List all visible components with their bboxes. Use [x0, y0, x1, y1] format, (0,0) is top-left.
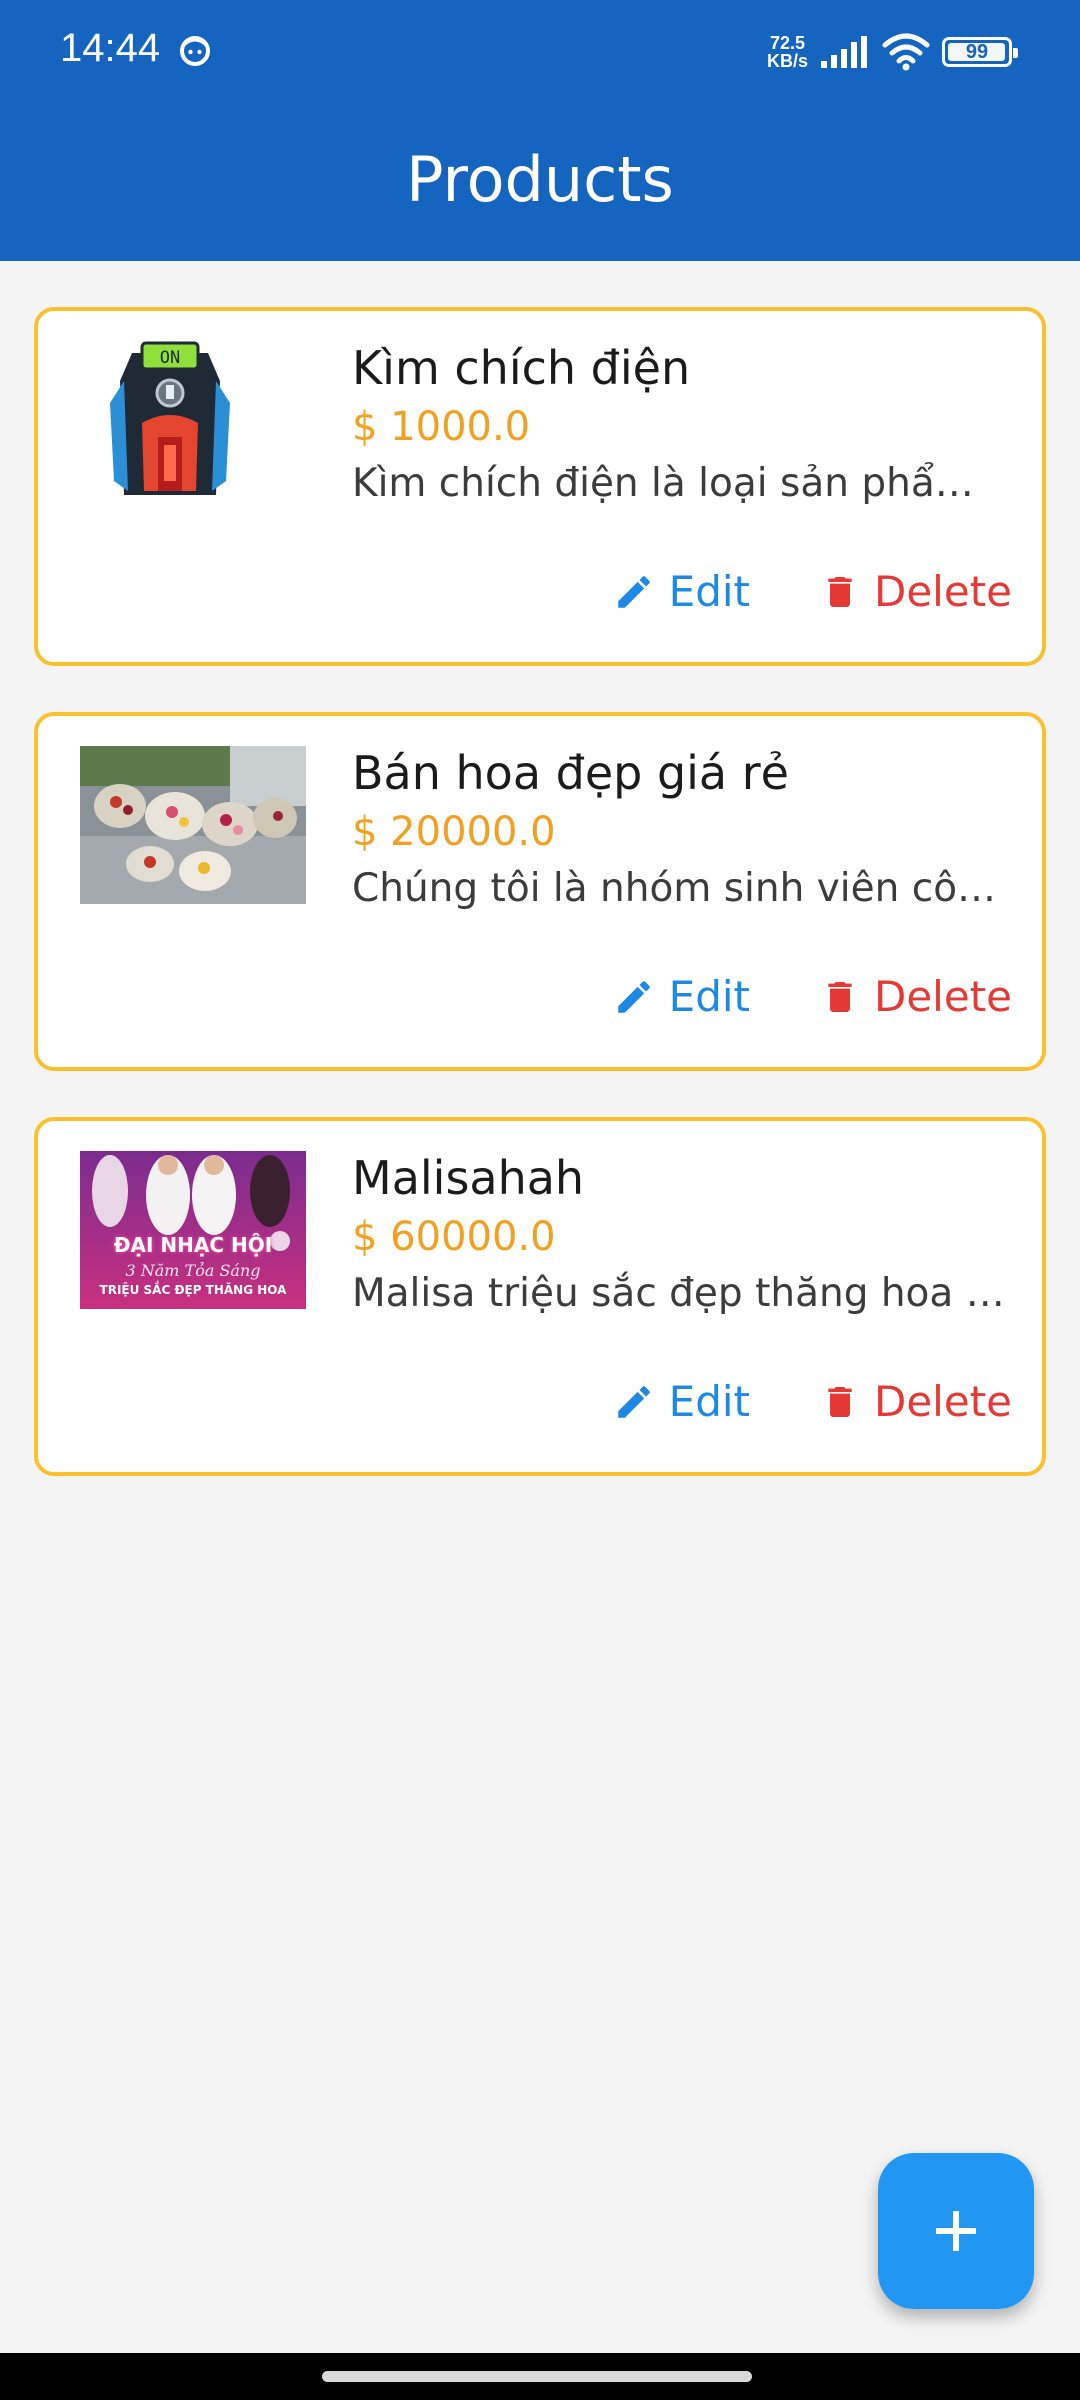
- edit-button[interactable]: Edit: [613, 972, 750, 1021]
- edit-label: Edit: [668, 567, 750, 616]
- edit-button[interactable]: Edit: [613, 1377, 750, 1426]
- status-icons: 72.5 KB/s 99: [767, 30, 1018, 74]
- product-image-stun-device: ON: [80, 341, 306, 499]
- product-card[interactable]: ĐẠI NHẠC HỘI 3 Năm Tỏa Sáng TRIỆU SẮC ĐẸ…: [34, 1117, 1046, 1476]
- edit-button[interactable]: Edit: [613, 567, 750, 616]
- product-price: $ 20000.0: [352, 809, 556, 855]
- product-card[interactable]: Bán hoa đẹp giá rẻ $ 20000.0 Chúng tôi l…: [34, 712, 1046, 1071]
- home-gesture-handle[interactable]: [322, 2371, 752, 2382]
- product-description: Malisa triệu sắc đẹp thăng hoa …: [352, 1271, 1005, 1316]
- product-name: Malisahah: [352, 1151, 585, 1205]
- product-price: $ 1000.0: [352, 404, 531, 450]
- battery-icon: 99: [942, 37, 1018, 67]
- product-card[interactable]: ON Kìm chích điện $ 1000.0 Kìm chích điệ…: [34, 307, 1046, 666]
- product-name: Bán hoa đẹp giá rẻ: [352, 746, 789, 800]
- delete-button[interactable]: Delete: [820, 972, 1012, 1021]
- status-time: 14:44: [60, 26, 161, 70]
- pencil-icon: [617, 1385, 650, 1418]
- trash-icon: [828, 981, 852, 1012]
- pencil-icon: [617, 575, 650, 608]
- pencil-icon: [617, 980, 650, 1013]
- product-description: Kìm chích điện là loại sản phẩ…: [352, 461, 974, 506]
- status-bar: 14:44 72.5 KB/s 99: [0, 0, 1080, 104]
- delete-label: Delete: [874, 567, 1012, 616]
- product-list: ON Kìm chích điện $ 1000.0 Kìm chích điệ…: [34, 307, 1046, 1522]
- add-product-button[interactable]: [878, 2153, 1034, 2309]
- product-name: Kìm chích điện: [352, 341, 691, 395]
- product-image-flower-bouquets: [80, 746, 306, 904]
- poster-headline: ĐẠI NHẠC HỘI: [113, 1233, 273, 1257]
- product-actions: Edit Delete: [613, 1377, 1012, 1426]
- delete-button[interactable]: Delete: [820, 1377, 1012, 1426]
- network-speed-unit: KB/s: [766, 51, 808, 71]
- trash-icon: [828, 576, 852, 607]
- wifi-icon: [882, 33, 930, 71]
- signal-icon: [821, 36, 867, 68]
- delete-label: Delete: [874, 1377, 1012, 1426]
- delete-label: Delete: [874, 972, 1012, 1021]
- edit-label: Edit: [668, 972, 750, 1021]
- trash-icon: [828, 1386, 852, 1417]
- product-actions: Edit Delete: [613, 972, 1012, 1021]
- product-price: $ 60000.0: [352, 1214, 556, 1260]
- app-bar: 14:44 72.5 KB/s 99 Products: [0, 0, 1080, 261]
- poster-tagline: TRIỆU SẮC ĐẸP THĂNG HOA: [99, 1283, 287, 1297]
- battery-percent: 99: [965, 40, 989, 63]
- page-title: Products: [406, 143, 674, 216]
- product-image-music-event-poster: ĐẠI NHẠC HỘI 3 Năm Tỏa Sáng TRIỆU SẮC ĐẸ…: [80, 1151, 306, 1309]
- svg-text:ON: ON: [160, 348, 180, 368]
- notification-face-icon: [180, 36, 210, 66]
- product-description: Chúng tôi là nhóm sinh viên cô…: [352, 866, 997, 911]
- product-actions: Edit Delete: [613, 567, 1012, 616]
- poster-subtitle: 3 Năm Tỏa Sáng: [125, 1261, 261, 1280]
- network-speed: 72.5 KB/s: [767, 34, 808, 70]
- delete-button[interactable]: Delete: [820, 567, 1012, 616]
- system-nav-bar: [0, 2353, 1080, 2400]
- network-speed-value: 72.5: [769, 33, 806, 53]
- plus-icon: [936, 2211, 976, 2251]
- edit-label: Edit: [668, 1377, 750, 1426]
